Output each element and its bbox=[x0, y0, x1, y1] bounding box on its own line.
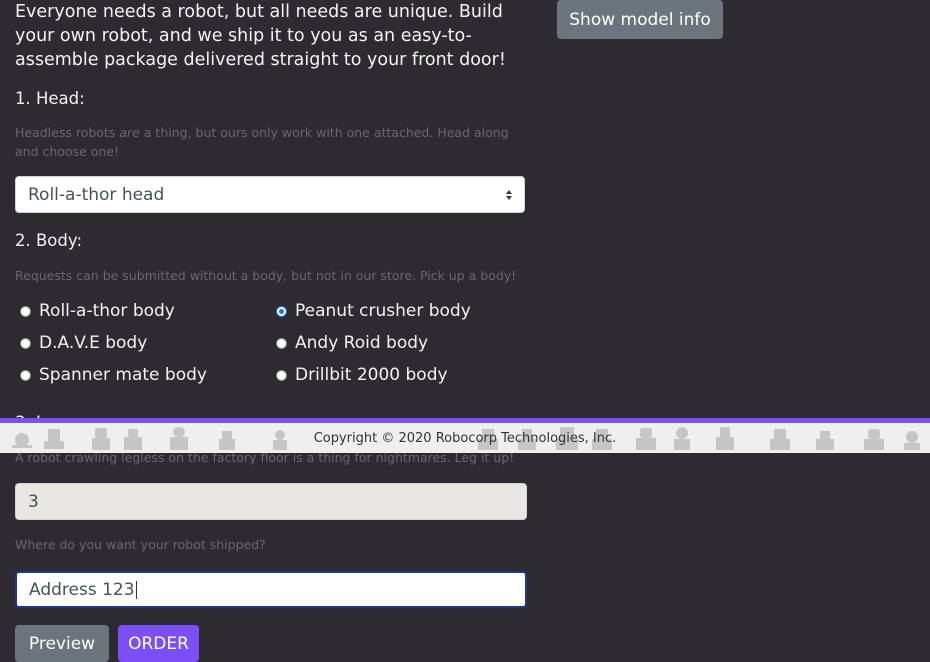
preview-button[interactable]: Preview bbox=[15, 625, 109, 662]
legs-input[interactable]: 3 bbox=[15, 483, 527, 520]
body-option-drillbit-2000[interactable]: Drillbit 2000 body bbox=[276, 365, 448, 385]
radio-label: Peanut crusher body bbox=[295, 301, 471, 321]
radio-label: Andy Roid body bbox=[295, 333, 429, 353]
body-hint: Requests can be submitted without a body… bbox=[15, 268, 517, 283]
order-page: Everyone needs a robot, but all needs ar… bbox=[0, 0, 930, 662]
address-hint: Where do you want your robot shipped? bbox=[15, 537, 266, 552]
body-option-peanut-crusher[interactable]: Peanut crusher body bbox=[276, 301, 471, 321]
body-option-spanner-mate[interactable]: Spanner mate body bbox=[20, 365, 207, 385]
show-model-info-button[interactable]: Show model info bbox=[557, 0, 723, 39]
select-caret-icon bbox=[506, 190, 512, 200]
address-input[interactable]: Address 123 bbox=[15, 571, 527, 608]
radio-button[interactable] bbox=[276, 337, 287, 349]
legs-input-value: 3 bbox=[28, 491, 39, 512]
body-option-roll-a-thor[interactable]: Roll-a-thor body bbox=[20, 301, 175, 321]
radio-button-selected[interactable] bbox=[276, 305, 287, 317]
body-option-andy-roid[interactable]: Andy Roid body bbox=[276, 333, 428, 353]
head-hint: Headless robots are a thing, but ours on… bbox=[15, 125, 509, 159]
radio-button[interactable] bbox=[20, 337, 31, 349]
body-label: 2. Body: bbox=[15, 231, 82, 250]
head-label: 1. Head: bbox=[15, 89, 85, 108]
copyright-text: Copyright © 2020 Robocorp Technologies, … bbox=[313, 430, 617, 446]
head-select-value: Roll-a-thor head bbox=[28, 184, 165, 205]
radio-button[interactable] bbox=[20, 369, 31, 381]
radio-label: Roll-a-thor body bbox=[39, 301, 175, 321]
intro-text: Everyone needs a robot, but all needs ar… bbox=[15, 2, 506, 70]
order-button[interactable]: ORDER bbox=[118, 625, 199, 662]
footer: Copyright © 2020 Robocorp Technologies, … bbox=[0, 418, 930, 453]
radio-label: Drillbit 2000 body bbox=[295, 365, 448, 385]
radio-label: D.A.V.E body bbox=[39, 333, 148, 353]
radio-button[interactable] bbox=[20, 305, 31, 317]
address-input-value: Address 123 bbox=[29, 579, 135, 600]
radio-label: Spanner mate body bbox=[39, 365, 207, 385]
text-cursor bbox=[135, 580, 137, 599]
body-option-dave[interactable]: D.A.V.E body bbox=[20, 333, 147, 353]
head-select[interactable]: Roll-a-thor head bbox=[15, 176, 525, 213]
radio-button[interactable] bbox=[276, 369, 287, 381]
